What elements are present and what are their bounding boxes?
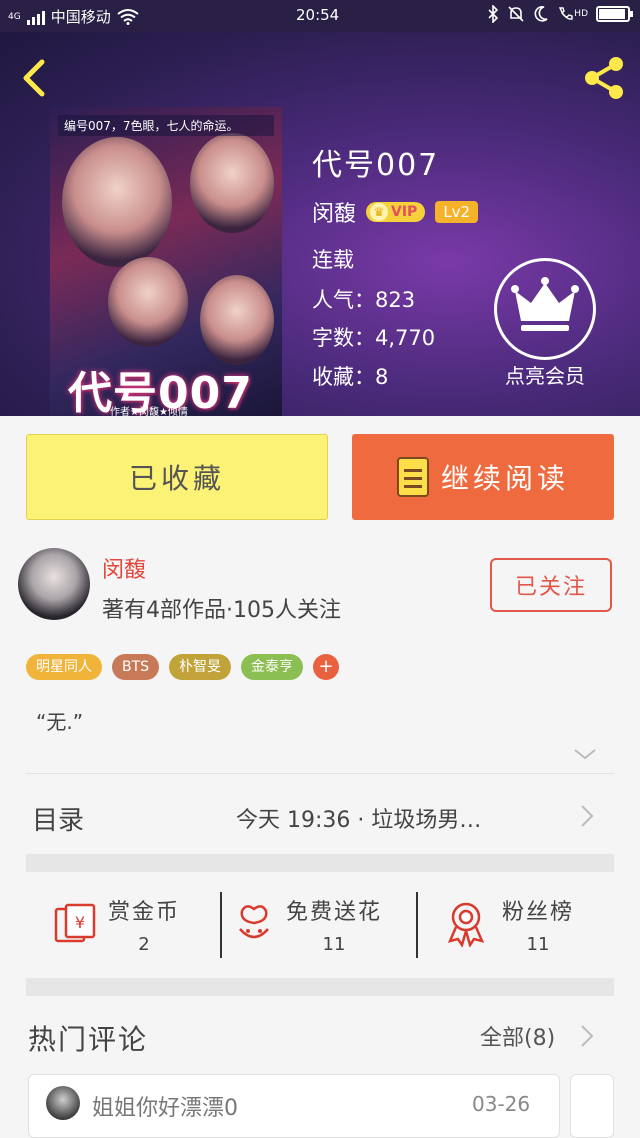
status-time: 20:54 (296, 6, 340, 24)
author-name[interactable]: 闵馥 (102, 552, 146, 584)
commenter-avatar (46, 1086, 80, 1120)
cover-figure (62, 137, 172, 267)
stat-value: 2 (138, 933, 150, 955)
chevron-right-icon (578, 1022, 596, 1050)
stat-reward-coins[interactable]: ¥ 赏金币 2 (52, 872, 220, 976)
toc-latest-chapter: 今天 19:36 · 垃圾场男… (236, 808, 482, 833)
network-type: 4G (8, 11, 21, 22)
words-row: 字数：4,770 (312, 322, 435, 352)
chevron-down-icon (574, 749, 596, 760)
stat-label: 免费送花 (286, 899, 383, 925)
cover-figure (108, 257, 188, 347)
follow-button[interactable]: 已关注 (490, 558, 612, 612)
continue-reading-label: 继续阅读 (440, 462, 569, 495)
stats-row: ¥ 赏金币 2 免费送花 11 粉丝榜 11 (26, 872, 614, 976)
author-avatar[interactable] (18, 548, 90, 620)
tag[interactable]: BTS (112, 654, 160, 680)
author-row: 闵馥 ♛ VIP Lv2 (312, 196, 479, 228)
bluetooth-icon (488, 5, 499, 23)
add-tag-button[interactable]: + (313, 654, 340, 680)
tag[interactable]: 金泰亨 (241, 654, 304, 680)
author-info: 著有4部作品·105人关注 (102, 598, 341, 623)
back-button[interactable] (18, 58, 52, 98)
flower-icon (239, 905, 269, 939)
crown-icon (511, 277, 579, 331)
red-envelope-icon: ¥ (54, 903, 96, 943)
words-value: 4,770 (375, 326, 436, 350)
share-button[interactable] (580, 56, 628, 100)
level-badge: Lv2 (435, 201, 479, 223)
collected-button[interactable]: 已收藏 (26, 434, 328, 520)
section-divider (26, 854, 614, 872)
chevron-right-icon (578, 802, 596, 830)
popularity-value: 823 (375, 288, 416, 312)
toc-label: 目录 (32, 806, 85, 836)
member-label[interactable]: 点亮会员 (494, 360, 596, 389)
book-cover[interactable]: 编号007，7色眼，七人的命运。 代号007 作者★闵馥★倾情 (50, 107, 282, 416)
comment-date: 03-26 (472, 1092, 531, 1116)
cover-figure (190, 133, 274, 233)
stat-free-flowers[interactable]: 免费送花 11 (234, 872, 414, 976)
tag[interactable]: 明星同人 (26, 654, 102, 680)
favorites-label: 收藏： (312, 365, 375, 389)
svg-text:¥: ¥ (75, 913, 85, 932)
stat-text: 粉丝榜 11 (502, 894, 574, 955)
stat-separator (220, 892, 222, 958)
member-button[interactable] (494, 258, 596, 360)
cover-topline: 编号007，7色眼，七人的命运。 (58, 115, 274, 136)
all-comments-link[interactable]: 全部(8) (480, 1020, 555, 1052)
section-divider (26, 978, 614, 996)
book-status: 连载 (312, 248, 354, 272)
cover-byline: 作者★闵馥★倾情 (110, 407, 188, 416)
stat-separator (416, 892, 418, 958)
medal-icon (447, 902, 485, 947)
crown-icon: ♛ (370, 203, 389, 221)
status-bar: 4G 中国移动 20:54 HD (0, 0, 640, 32)
back-arrow-icon (23, 59, 45, 97)
mute-icon (508, 6, 524, 22)
favorites-value: 8 (375, 365, 389, 389)
hd-call-icon: HD (557, 6, 588, 22)
divider (26, 773, 614, 774)
vip-label: VIP (391, 204, 418, 220)
popularity-row: 人气：823 (312, 284, 415, 314)
expand-description-button[interactable] (570, 744, 600, 764)
stat-text: 赏金币 2 (108, 894, 180, 955)
wifi-icon (117, 8, 139, 25)
stat-label: 粉丝榜 (502, 899, 575, 925)
collected-label: 已收藏 (128, 462, 225, 495)
favorites-row: 收藏：8 (312, 361, 388, 391)
signal-icon (26, 9, 45, 25)
comment-text: 姐姐你好漂漂0 (92, 1096, 238, 1121)
book-icon (396, 457, 429, 497)
carrier-name: 中国移动 (50, 8, 111, 26)
status-right: HD (487, 5, 633, 23)
share-icon (585, 57, 623, 99)
moon-icon (534, 6, 548, 22)
book-author[interactable]: 闵馥 (312, 196, 356, 228)
continue-reading-button[interactable]: 继续阅读 (352, 434, 614, 520)
battery-icon (596, 6, 633, 22)
words-label: 字数： (312, 326, 375, 350)
tag-list: 明星同人 BTS 朴智旻 金泰亨 + (26, 654, 340, 680)
hot-comments-title: 热门评论 (28, 1023, 149, 1056)
popularity-label: 人气： (312, 288, 375, 312)
book-title: 代号007 (312, 148, 440, 183)
stat-label: 赏金币 (108, 899, 181, 925)
status-left: 4G 中国移动 (8, 6, 139, 27)
stat-text: 免费送花 11 (286, 894, 382, 955)
vip-badge: ♛ VIP (366, 202, 426, 222)
stat-value: 11 (526, 933, 550, 955)
comment-card[interactable] (570, 1074, 614, 1138)
book-description: “无.” (36, 710, 84, 734)
follow-label: 已关注 (514, 575, 587, 600)
stat-value: 11 (322, 933, 346, 955)
tag[interactable]: 朴智旻 (169, 654, 232, 680)
cover-figure (200, 275, 274, 365)
stat-fan-ranking[interactable]: 粉丝榜 11 (444, 872, 614, 976)
hd-label: HD (574, 9, 588, 19)
